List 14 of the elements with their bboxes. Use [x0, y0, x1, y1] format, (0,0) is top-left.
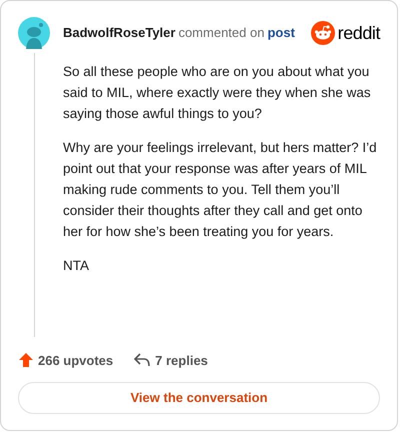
comment-paragraph: NTA	[63, 257, 90, 275]
alien-logo-icon	[310, 21, 335, 45]
author-name[interactable]: BadwolfRoseTyler	[63, 23, 176, 43]
post-link[interactable]: post	[267, 23, 295, 43]
upvote-count: 266 upvotes	[38, 352, 114, 370]
comment-paragraph: So all these people who are on you about what you said to MIL, where exactly were they when she was saying those awful things to you?	[63, 63, 372, 123]
comment-paragraph: Why are your feelings irrelevant, but hers matter? I’d point out that your response was after years of MIL making rude comments to you. Tell them you’ll consider their thoughts after they call and get onto her for how she’s been treating you for years.	[63, 139, 378, 241]
action-text: commented on	[178, 24, 264, 42]
avatar-icon	[18, 17, 50, 49]
reply-arrow-icon[interactable]	[134, 353, 150, 368]
upvote-arrow-icon[interactable]	[18, 352, 34, 368]
reply-count: 7 replies	[155, 352, 208, 370]
brand-wordmark: reddit	[338, 22, 380, 44]
view-conversation-button[interactable]: View the conversation	[18, 382, 380, 414]
